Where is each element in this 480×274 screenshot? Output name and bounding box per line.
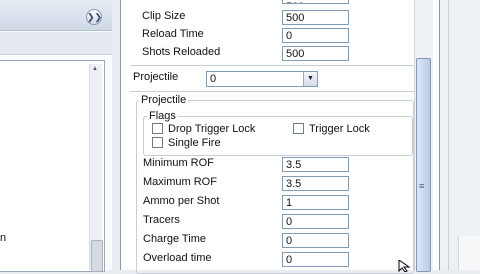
projectile-select-value: 0 [210,73,217,85]
trigger-lock-label: Trigger Lock [309,123,370,135]
background-panel [458,236,480,270]
grip-icon: ≡ [419,181,425,191]
clip-size-field[interactable]: 500 [282,10,349,25]
single-fire-checkbox[interactable] [152,137,163,148]
reload-time-field[interactable]: 0 [282,28,349,43]
minimum-rof-label: Minimum ROF [143,157,214,169]
tracers-label: Tracers [143,214,180,226]
background-window [440,0,480,270]
separator [130,91,415,92]
shots-reloaded-label: Shots Reloaded [142,46,221,58]
double-chevron-down-icon[interactable]: ❯❯ [86,9,102,25]
trigger-lock-checkbox[interactable] [293,123,304,134]
shots-reloaded-field[interactable]: 500 [282,46,349,61]
tracers-field[interactable]: 0 [282,214,349,229]
minimum-rof-field[interactable]: 3.5 [282,157,349,172]
left-list-truncated-text: n [0,232,7,244]
overload-time-field[interactable]: 0 [282,252,349,267]
projectile-group-title: Projectile [139,94,189,106]
ammo-per-shot-field[interactable]: 1 [282,195,349,210]
single-fire-label: Single Fire [168,137,221,149]
mouse-pointer-icon [398,260,411,272]
scroll-up-arrow-icon[interactable]: ▲ [92,66,98,72]
reload-time-label: Reload Time [142,28,204,40]
left-list-scrollbar[interactable]: ▲ [89,64,103,272]
property-scroll-thumb[interactable] [416,58,431,272]
left-scroll-thumb[interactable] [91,240,103,272]
window-divider [448,0,449,270]
ammo-per-shot-label: Ammo per Shot [143,195,220,207]
separator [130,65,415,66]
drop-trigger-lock-checkbox[interactable] [152,123,163,134]
overload-time-label: Overload time [143,252,212,264]
flags-group-title: Flags [147,110,178,122]
charge-time-field[interactable]: 0 [282,233,349,248]
maximum-rof-label: Maximum ROF [143,176,217,188]
left-panel-band [0,32,112,55]
top-value-field[interactable]: 500 [282,0,349,4]
charge-time-label: Charge Time [143,233,206,245]
projectile-select-label: Projectile [133,71,179,83]
maximum-rof-field[interactable]: 3.5 [282,176,349,191]
drop-trigger-lock-label: Drop Trigger Lock [168,123,256,135]
clip-size-label: Clip Size [142,10,186,22]
flags-group [143,116,413,156]
triangle-down-icon[interactable]: ▼ [303,72,317,86]
projectile-select[interactable]: 0 ▼ [206,71,318,87]
